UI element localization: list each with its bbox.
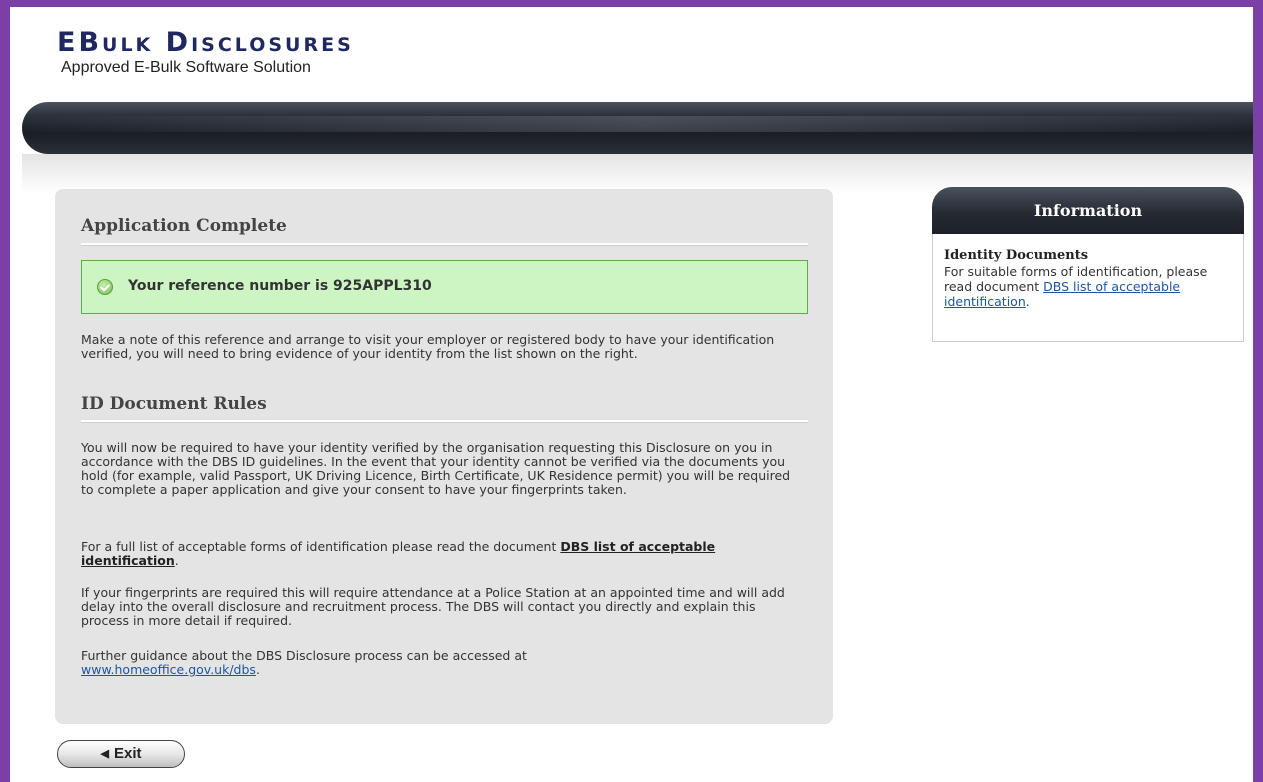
rules-paragraph-2: For a full list of acceptable forms of i… bbox=[81, 540, 781, 568]
top-navbar bbox=[22, 102, 1253, 154]
information-header: Information bbox=[932, 187, 1244, 234]
rules-paragraph-4-text: Further guidance about the DBS Disclosur… bbox=[81, 648, 527, 663]
rules-paragraph-2-text: For a full list of acceptable forms of i… bbox=[81, 539, 561, 554]
reference-note: Make a note of this reference and arrang… bbox=[81, 332, 775, 361]
check-circle-icon bbox=[97, 279, 113, 295]
rules-paragraph-4: Further guidance about the DBS Disclosur… bbox=[81, 649, 806, 677]
identity-documents-end: . bbox=[1025, 294, 1030, 309]
brand-title: EBulk Disclosures bbox=[57, 27, 354, 58]
page-frame: EBulk Disclosures Approved E-Bulk Softwa… bbox=[0, 0, 1263, 782]
arrow-left-icon: ◀ bbox=[100, 748, 109, 760]
homeoffice-link[interactable]: www.homeoffice.gov.uk/dbs bbox=[81, 662, 256, 677]
rules-paragraph-3: If your fingerprints are required this w… bbox=[81, 585, 785, 628]
brand-subtitle: Approved E-Bulk Software Solution bbox=[61, 59, 311, 76]
main-panel: Application Complete Your reference numb… bbox=[55, 189, 833, 724]
identity-documents-text: For suitable forms of identification, pl… bbox=[944, 264, 1234, 309]
exit-button[interactable]: ◀ Exit bbox=[57, 740, 185, 768]
rules-heading: ID Document Rules bbox=[81, 394, 267, 414]
identity-documents-title: Identity Documents bbox=[944, 248, 1089, 263]
rules-divider bbox=[81, 420, 808, 423]
rules-paragraph-2-end: . bbox=[174, 553, 179, 568]
reference-number-message: Your reference number is 925APPL310 bbox=[128, 278, 432, 294]
title-divider bbox=[81, 243, 808, 246]
page-title: Application Complete bbox=[81, 216, 287, 236]
rules-paragraph-1: You will now be required to have your id… bbox=[81, 440, 791, 497]
reference-success-box: Your reference number is 925APPL310 bbox=[81, 260, 808, 314]
rules-paragraph-4-end: . bbox=[255, 662, 260, 677]
information-panel: Information Identity Documents For suita… bbox=[932, 187, 1244, 342]
exit-button-label: Exit bbox=[113, 745, 142, 762]
